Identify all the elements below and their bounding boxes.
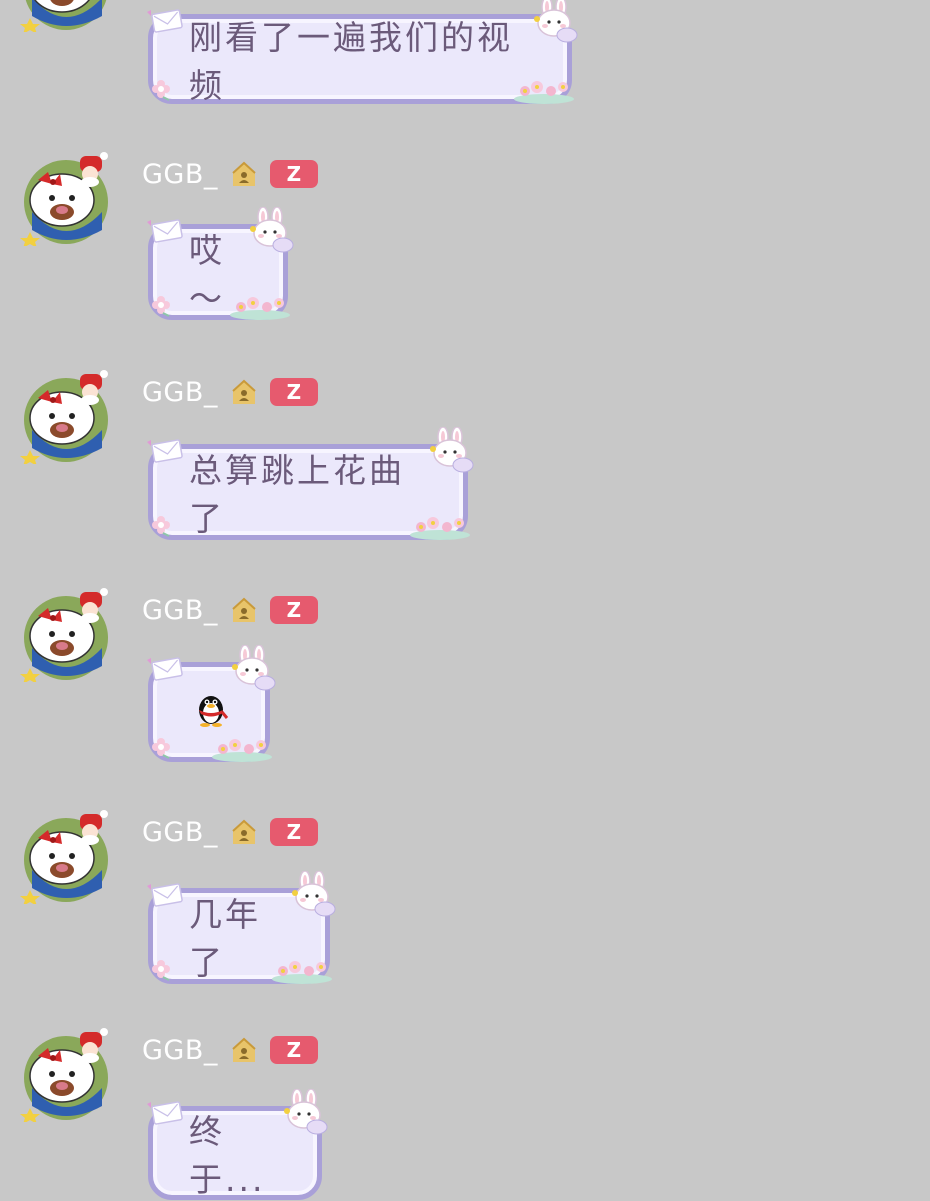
hello-kitty-avatar-icon[interactable]	[18, 586, 114, 682]
letter-icon	[145, 877, 185, 916]
sender-name[interactable]: GGB_	[142, 595, 218, 626]
bunny-icon	[529, 0, 583, 51]
sender-row: GGB_ Z	[142, 816, 318, 848]
flower-icon	[149, 286, 173, 325]
house-icon	[230, 1036, 258, 1064]
letter-icon	[145, 1095, 185, 1134]
hello-kitty-avatar-icon[interactable]	[18, 150, 114, 246]
letter-icon	[145, 213, 185, 252]
message-bubble[interactable]: 哎～	[148, 224, 288, 320]
flower-icon	[149, 728, 173, 767]
flower-icon	[149, 70, 173, 109]
message-text: 总算跳上花曲了	[189, 451, 405, 538]
message-bubble[interactable]: 终于...	[148, 1106, 322, 1200]
hello-kitty-avatar-icon[interactable]	[18, 1026, 114, 1122]
sender-row: GGB_ Z	[142, 1034, 318, 1066]
letter-icon	[145, 651, 185, 690]
level-badge: Z	[269, 160, 318, 188]
flowers-icon	[209, 732, 275, 771]
house-icon	[230, 596, 258, 624]
house-icon	[230, 378, 258, 406]
sender-name[interactable]: GGB_	[142, 1035, 218, 1066]
flower-icon	[149, 506, 173, 545]
level-badge: Z	[269, 1036, 318, 1064]
hello-kitty-avatar-icon[interactable]	[18, 808, 114, 904]
message-text: 哎～	[189, 231, 225, 318]
sender-row: GGB_ Z	[142, 594, 318, 626]
message-text: 刚看了一遍我们的视频	[189, 18, 513, 105]
sender-name[interactable]: GGB_	[142, 159, 218, 190]
hello-kitty-avatar-icon[interactable]	[18, 0, 114, 32]
bunny-icon	[279, 1089, 333, 1143]
message-bubble[interactable]	[148, 662, 270, 762]
message-text: 终于...	[189, 1112, 266, 1199]
message-bubble[interactable]: 总算跳上花曲了	[148, 444, 468, 540]
house-icon	[230, 160, 258, 188]
bunny-icon	[245, 207, 299, 261]
bunny-icon	[425, 427, 479, 481]
hello-kitty-avatar-icon[interactable]	[18, 368, 114, 464]
message-text: 几年了	[189, 895, 261, 982]
sender-name[interactable]: GGB_	[142, 817, 218, 848]
letter-icon	[145, 3, 185, 42]
level-badge: Z	[269, 378, 318, 406]
level-badge: Z	[269, 818, 318, 846]
house-icon	[230, 818, 258, 846]
flower-icon	[149, 950, 173, 989]
sender-row: GGB_ Z	[142, 376, 318, 408]
message-bubble[interactable]: 刚看了一遍我们的视频	[148, 14, 572, 105]
sender-row: GGB_ Z	[142, 158, 318, 190]
sender-name[interactable]: GGB_	[142, 377, 218, 408]
message-bubble[interactable]: 几年了	[148, 888, 330, 984]
letter-icon	[145, 433, 185, 472]
qq-penguin-icon	[191, 688, 231, 736]
bunny-icon	[227, 645, 281, 699]
bunny-icon	[287, 871, 341, 925]
level-badge: Z	[269, 596, 318, 624]
